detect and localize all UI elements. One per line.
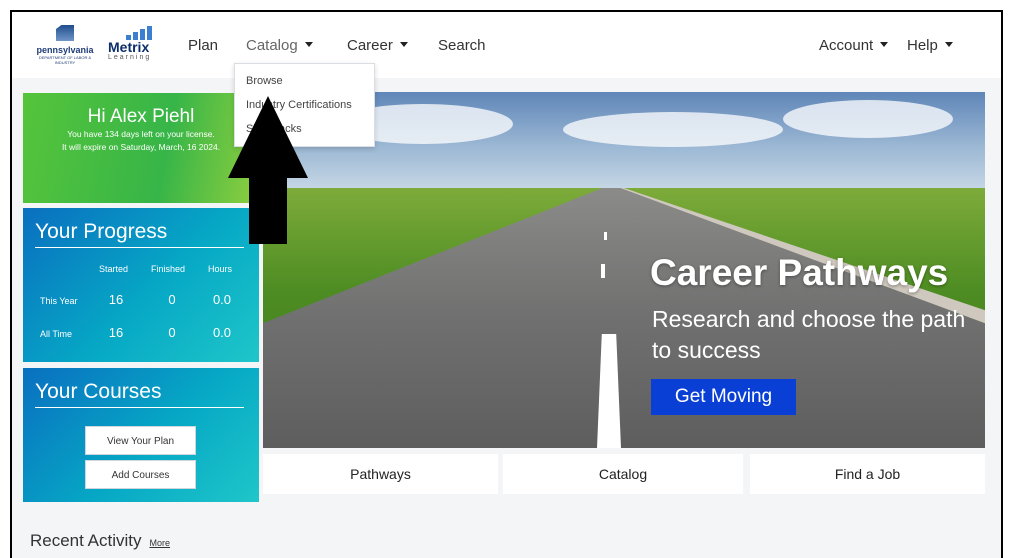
progress-panel: Your Progress Started Finished Hours Thi… — [23, 208, 259, 362]
this-year-finished: 0 — [168, 292, 176, 307]
keystone-icon — [56, 25, 74, 41]
tile-pathways[interactable]: Pathways — [263, 454, 498, 494]
row-label-all-time: All Time — [40, 329, 73, 339]
metrix-learning-logo[interactable]: Metrix Learning — [106, 26, 166, 66]
nav-search[interactable]: Search — [438, 37, 486, 54]
pennsylvania-logo[interactable]: pennsylvania DEPARTMENT OF LABOR & INDUS… — [32, 25, 98, 65]
nav-help[interactable]: Help — [907, 37, 953, 54]
this-year-hours: 0.0 — [212, 292, 232, 307]
annotation-arrow-icon — [228, 96, 308, 244]
nav-account[interactable]: Account — [819, 37, 889, 54]
get-moving-button[interactable]: Get Moving — [651, 379, 796, 415]
courses-title: Your Courses — [35, 380, 244, 408]
hero-title: Career Pathways — [650, 252, 949, 293]
recent-more-link[interactable]: More — [150, 538, 171, 548]
all-time-hours: 0.0 — [212, 325, 232, 340]
welcome-card: Hi Alex Piehl You have 134 days left on … — [23, 93, 259, 203]
browser-viewport: pennsylvania DEPARTMENT OF LABOR & INDUS… — [10, 10, 1003, 558]
chevron-down-icon — [304, 41, 313, 47]
this-year-started: 16 — [108, 292, 124, 307]
license-days-text: You have 134 days left on your license. — [67, 129, 215, 139]
nav-plan[interactable]: Plan — [188, 37, 218, 54]
all-time-finished: 0 — [168, 325, 176, 340]
view-plan-button[interactable]: View Your Plan — [85, 426, 196, 455]
all-time-started: 16 — [108, 325, 124, 340]
col-header-started: Started — [99, 264, 129, 274]
license-expiry-text: It will expire on Saturday, March, 16 20… — [61, 142, 221, 152]
courses-panel: Your Courses View Your Plan Add Courses — [23, 368, 259, 502]
top-navbar: pennsylvania DEPARTMENT OF LABOR & INDUS… — [12, 12, 1001, 78]
bar-graph-icon — [126, 26, 162, 40]
chevron-down-icon — [880, 41, 889, 47]
recent-activity-heading: Recent Activity More — [30, 531, 171, 550]
progress-title: Your Progress — [35, 220, 244, 248]
menu-item-browse[interactable]: Browse — [246, 75, 283, 87]
col-header-finished: Finished — [151, 264, 186, 274]
hero-subtitle: Research and choose the path to success — [652, 306, 966, 363]
tile-find-a-job[interactable]: Find a Job — [750, 454, 985, 494]
chevron-down-icon — [399, 41, 408, 47]
tile-catalog[interactable]: Catalog — [503, 454, 743, 494]
greeting-heading: Hi Alex Piehl — [87, 106, 195, 127]
nav-career[interactable]: Career — [347, 37, 408, 54]
add-courses-button[interactable]: Add Courses — [85, 460, 196, 489]
chevron-down-icon — [944, 41, 953, 47]
col-header-hours: Hours — [208, 264, 233, 274]
nav-catalog[interactable]: Catalog — [246, 37, 313, 54]
row-label-this-year: This Year — [40, 296, 78, 306]
